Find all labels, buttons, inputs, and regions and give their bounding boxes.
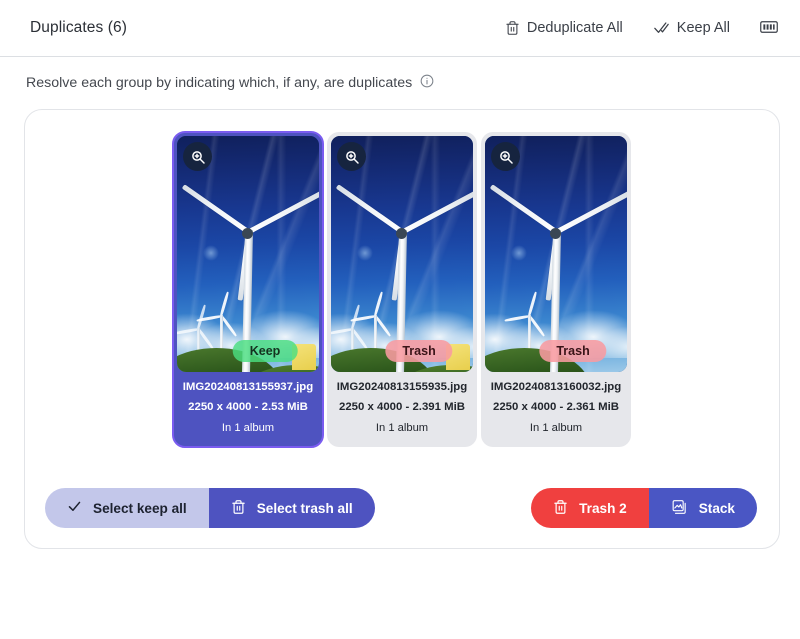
asset-dimensions: 2250 x 4000 - 2.53 MiB — [188, 401, 308, 413]
group-actions-segment: Trash 2 Stack — [531, 488, 757, 528]
asset-card[interactable]: Trash IMG20240813155935.jpg 2250 x 4000 … — [327, 132, 477, 447]
asset-filename: IMG20240813155935.jpg — [336, 381, 468, 393]
keyboard-icon — [760, 20, 778, 37]
status-badge: Keep — [232, 340, 298, 362]
asset-dimensions: 2250 x 4000 - 2.361 MiB — [492, 401, 619, 413]
bulk-select-segment: Select keep all Select trash all — [45, 488, 375, 528]
deduplicate-all-button[interactable]: Deduplicate All — [503, 16, 625, 40]
trash-button[interactable]: Trash 2 — [531, 488, 649, 528]
keep-all-label: Keep All — [676, 20, 730, 36]
group-footer: Select keep all Select trash all Trash 2… — [25, 488, 779, 528]
asset-album-count: In 1 album — [375, 422, 429, 434]
select-keep-all-label: Select keep all — [93, 500, 187, 516]
asset-filename: IMG20240813160032.jpg — [490, 381, 622, 393]
check-icon — [67, 499, 82, 517]
subtitle: Resolve each group by indicating which, … — [0, 57, 800, 92]
status-badge: Trash — [539, 340, 607, 362]
trash-button-label: Trash 2 — [579, 500, 627, 516]
app-header: Duplicates (6) Deduplicate All Keep All — [0, 0, 800, 57]
trash-icon — [231, 499, 246, 518]
asset-filename: IMG20240813155937.jpg — [182, 381, 314, 393]
wind-turbine — [177, 136, 319, 372]
zoom-in-icon[interactable] — [183, 142, 212, 171]
zoom-in-icon[interactable] — [337, 142, 366, 171]
select-trash-all-label: Select trash all — [256, 500, 353, 516]
double-check-icon — [653, 20, 670, 36]
zoom-in-icon[interactable] — [491, 142, 520, 171]
select-trash-all-button[interactable]: Select trash all — [208, 488, 375, 528]
wind-turbine — [485, 136, 627, 372]
asset-meta: IMG20240813160032.jpg 2250 x 4000 - 2.36… — [485, 372, 627, 447]
header-actions: Deduplicate All Keep All — [503, 16, 784, 41]
keep-all-button[interactable]: Keep All — [651, 16, 732, 40]
asset-meta: IMG20240813155937.jpg 2250 x 4000 - 2.53… — [177, 372, 319, 447]
trash-icon — [553, 499, 568, 518]
select-keep-all-button[interactable]: Select keep all — [45, 488, 209, 528]
asset-album-count: In 1 album — [221, 422, 275, 434]
keyboard-shortcuts-button[interactable] — [758, 16, 784, 41]
asset-album-count: In 1 album — [529, 422, 583, 434]
asset-thumbnail[interactable]: Keep — [177, 136, 319, 372]
asset-meta: IMG20240813155935.jpg 2250 x 4000 - 2.39… — [331, 372, 473, 447]
trash-icon — [505, 20, 520, 36]
wind-turbine — [331, 136, 473, 372]
status-badge: Trash — [385, 340, 453, 362]
info-icon[interactable] — [420, 74, 434, 92]
deduplicate-all-label: Deduplicate All — [526, 20, 623, 36]
asset-card[interactable]: Keep IMG20240813155937.jpg 2250 x 4000 -… — [172, 131, 324, 448]
stack-icon — [671, 499, 688, 518]
subtitle-text: Resolve each group by indicating which, … — [26, 75, 413, 91]
duplicate-group: Keep IMG20240813155937.jpg 2250 x 4000 -… — [24, 109, 780, 549]
stack-button-label: Stack — [698, 500, 735, 516]
page-title: Duplicates (6) — [30, 19, 128, 36]
asset-dimensions: 2250 x 4000 - 2.391 MiB — [338, 401, 465, 413]
asset-card[interactable]: Trash IMG20240813160032.jpg 2250 x 4000 … — [481, 132, 631, 447]
asset-thumbnail[interactable]: Trash — [485, 136, 627, 372]
asset-thumbnail[interactable]: Trash — [331, 136, 473, 372]
stack-button[interactable]: Stack — [648, 488, 757, 528]
asset-cards-row: Keep IMG20240813155937.jpg 2250 x 4000 -… — [25, 110, 779, 448]
